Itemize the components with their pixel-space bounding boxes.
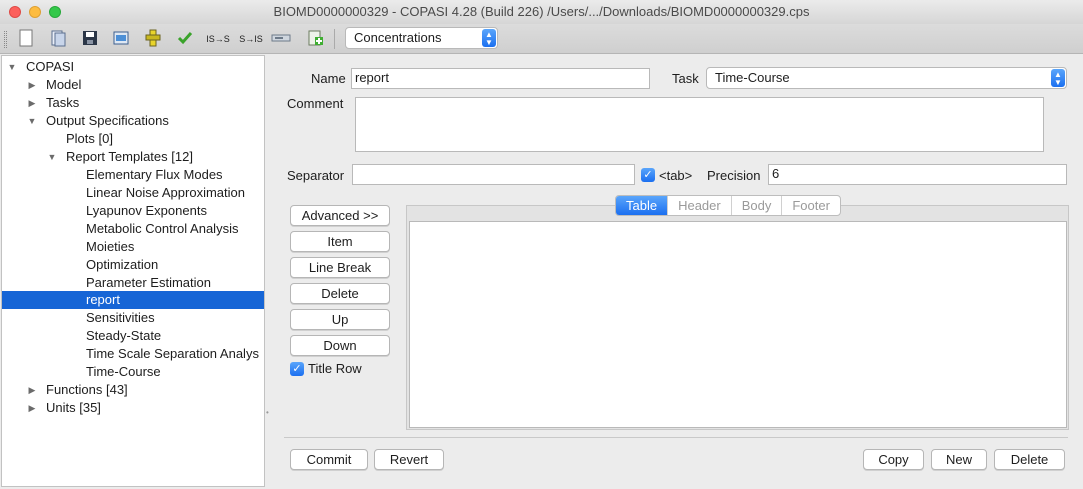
item-button[interactable]: Item <box>290 231 390 252</box>
save-icon[interactable] <box>80 29 100 49</box>
name-field[interactable]: report <box>351 68 650 89</box>
collapsed-arrow-icon[interactable]: ▶ <box>26 399 38 417</box>
precision-label: Precision <box>707 168 761 183</box>
toolbar-grip[interactable] <box>4 31 7 48</box>
expanded-arrow-icon[interactable]: ▼ <box>26 112 38 130</box>
tree-item-lyapunov-exponents[interactable]: Lyapunov Exponents <box>2 202 264 220</box>
tree-item-report[interactable]: report <box>2 291 264 309</box>
comment-label: Comment <box>287 96 344 111</box>
tab-checkbox[interactable]: ✓ <box>641 168 655 182</box>
name-label: Name <box>311 71 346 86</box>
tree-item-tasks[interactable]: ▶ Tasks <box>2 94 264 112</box>
tree-item-units[interactable]: ▶ Units [35] <box>2 399 264 417</box>
tree-item-steady-state[interactable]: Steady-State <box>2 327 264 345</box>
tree-item-output-specifications[interactable]: ▼ Output Specifications <box>2 112 264 130</box>
title-row-checkbox[interactable]: ✓ <box>290 362 304 376</box>
tab-body[interactable]: Body <box>732 196 783 215</box>
up-button[interactable]: Up <box>290 309 390 330</box>
tree-item-model[interactable]: ▶ Model <box>2 76 264 94</box>
tree-item-sensitivities[interactable]: Sensitivities <box>2 309 264 327</box>
down-button[interactable]: Down <box>290 335 390 356</box>
tree-item-optimization[interactable]: Optimization <box>2 256 264 274</box>
zoom-window-button[interactable] <box>49 6 61 18</box>
tree-item-time-course[interactable]: Time-Course <box>2 363 264 381</box>
divider <box>284 437 1068 438</box>
tree-item-parameter-estimation[interactable]: Parameter Estimation <box>2 274 264 292</box>
window-title: BIOMD0000000329 - COPASI 4.28 (Build 226… <box>273 4 810 19</box>
tab-checkbox-label: <tab> <box>659 168 693 183</box>
comment-field[interactable] <box>355 97 1044 152</box>
separator-label: Separator <box>287 168 345 183</box>
tree-item-metabolic-control-analysis[interactable]: Metabolic Control Analysis <box>2 220 264 238</box>
chevron-updown-icon: ▲ ▼ <box>482 29 496 47</box>
new-file-icon[interactable] <box>16 29 36 49</box>
separator-field[interactable] <box>352 164 635 185</box>
model-icon[interactable] <box>143 29 163 49</box>
object-tree[interactable]: ▼ COPASI ▶ Model ▶ Tasks ▼ Output Specif… <box>1 55 265 487</box>
expanded-arrow-icon[interactable]: ▼ <box>46 148 58 166</box>
precision-field[interactable]: 6 <box>768 164 1067 185</box>
toolbar: IS→S S→IS Concentrations ▲ ▼ <box>0 24 1083 54</box>
is-to-s-icon[interactable]: IS→S <box>206 29 230 49</box>
chevron-updown-icon: ▲ ▼ <box>1051 69 1065 87</box>
new-button[interactable]: New <box>931 449 987 470</box>
tab-header[interactable]: Header <box>668 196 732 215</box>
expanded-arrow-icon[interactable]: ▼ <box>6 58 18 76</box>
commit-button[interactable]: Commit <box>290 449 368 470</box>
tree-item-linear-noise-approximation[interactable]: Linear Noise Approximation <box>2 184 264 202</box>
task-label: Task <box>672 71 699 86</box>
title-row-label: Title Row <box>308 361 362 376</box>
close-window-button[interactable] <box>9 6 21 18</box>
tree-item-elementary-flux-modes[interactable]: Elementary Flux Modes <box>2 166 264 184</box>
collapsed-arrow-icon[interactable]: ▶ <box>26 76 38 94</box>
tree-item-copasi[interactable]: ▼ COPASI <box>2 58 264 76</box>
tree-item-functions[interactable]: ▶ Functions [43] <box>2 381 264 399</box>
copy-button[interactable]: Copy <box>863 449 924 470</box>
open-file-icon[interactable] <box>48 29 68 49</box>
slider-icon[interactable] <box>271 29 291 49</box>
tab-footer[interactable]: Footer <box>782 196 840 215</box>
export-image-icon[interactable] <box>111 29 131 49</box>
task-select[interactable]: Time-Course ▲ ▼ <box>706 67 1067 89</box>
splitter-handle[interactable]: • <box>266 408 269 418</box>
collapsed-arrow-icon[interactable]: ▶ <box>26 381 38 399</box>
s-to-is-icon[interactable]: S→IS <box>239 29 263 49</box>
delete-item-button[interactable]: Delete <box>290 283 390 304</box>
tree-item-report-templates[interactable]: ▼ Report Templates [12] <box>2 148 264 166</box>
concentration-mode-value: Concentrations <box>354 30 442 45</box>
collapsed-arrow-icon[interactable]: ▶ <box>26 94 38 112</box>
concentration-mode-select[interactable]: Concentrations ▲ ▼ <box>345 27 498 49</box>
tree-item-moieties[interactable]: Moieties <box>2 238 264 256</box>
check-icon[interactable] <box>175 29 195 49</box>
task-select-value: Time-Course <box>715 70 790 85</box>
toolbar-separator <box>334 29 335 49</box>
tree-item-plots[interactable]: Plots [0] <box>2 130 264 148</box>
advanced-button[interactable]: Advanced >> <box>290 205 390 226</box>
title-bar: BIOMD0000000329 - COPASI 4.28 (Build 226… <box>0 0 1083 24</box>
add-plugin-icon[interactable] <box>305 29 325 49</box>
tree-item-time-scale-separation[interactable]: Time Scale Separation Analys <box>2 345 264 363</box>
delete-button[interactable]: Delete <box>994 449 1065 470</box>
tab-table[interactable]: Table <box>616 196 669 215</box>
minimize-window-button[interactable] <box>29 6 41 18</box>
table-content-area[interactable] <box>409 221 1067 428</box>
tab-bar: Table Header Body Footer <box>615 195 841 216</box>
revert-button[interactable]: Revert <box>374 449 444 470</box>
line-break-button[interactable]: Line Break <box>290 257 390 278</box>
